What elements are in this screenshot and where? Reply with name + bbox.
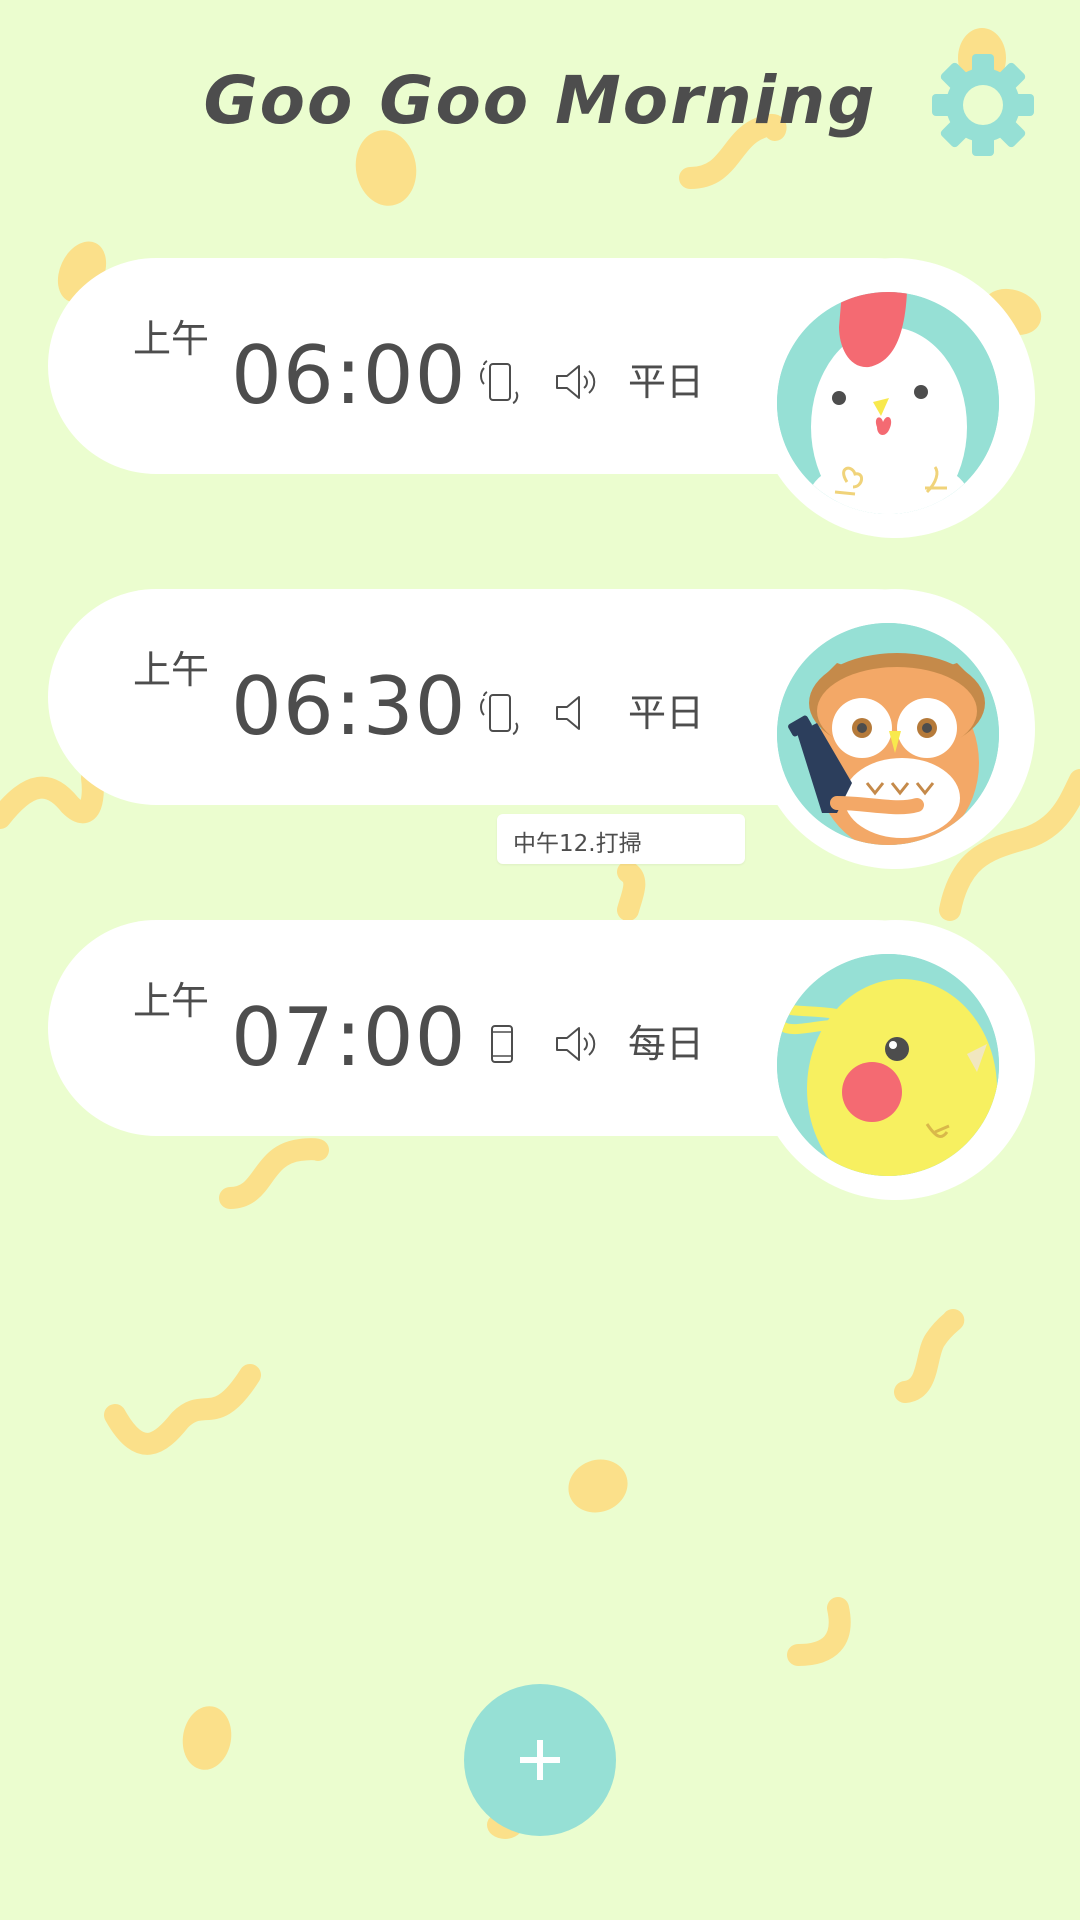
vibrate-icon[interactable] (478, 687, 526, 739)
alarm-character-avatar[interactable] (777, 954, 999, 1176)
sound-on-icon[interactable] (553, 1018, 601, 1070)
alarm-time: 07:00 (231, 991, 467, 1084)
alarm-ampm: 上午 (133, 317, 210, 361)
phone-icon[interactable] (478, 1018, 526, 1070)
alarm-character-avatar[interactable] (777, 292, 999, 514)
rooster-icon (777, 292, 999, 514)
alarm-card[interactable]: 上午 06:00 平日 (48, 258, 1035, 538)
add-alarm-button[interactable] (464, 1684, 616, 1836)
owl-icon (777, 623, 999, 845)
alarm-ampm: 上午 (133, 979, 210, 1023)
alarm-repeat: 每日 (628, 1022, 705, 1066)
app-title: Goo Goo Morning (203, 62, 877, 139)
plus-icon (520, 1740, 560, 1780)
vibrate-icon[interactable] (478, 356, 526, 408)
alarm-time: 06:00 (231, 329, 467, 422)
alarm-time: 06:30 (231, 660, 467, 753)
gear-icon (932, 54, 1034, 156)
sound-off-icon[interactable] (553, 687, 601, 739)
settings-button[interactable] (930, 52, 1036, 158)
alarm-card[interactable]: 上午 07:00 每日 (48, 920, 1035, 1200)
chick-icon (777, 954, 999, 1176)
alarm-repeat: 平日 (628, 691, 705, 735)
sound-on-icon[interactable] (553, 356, 601, 408)
alarm-memo-text: 中午12.打掃 (513, 831, 642, 857)
alarm-memo-label: 中午12.打掃 (497, 814, 745, 864)
alarm-repeat: 平日 (628, 360, 705, 404)
alarm-character-avatar[interactable] (777, 623, 999, 845)
alarm-ampm: 上午 (133, 648, 210, 692)
